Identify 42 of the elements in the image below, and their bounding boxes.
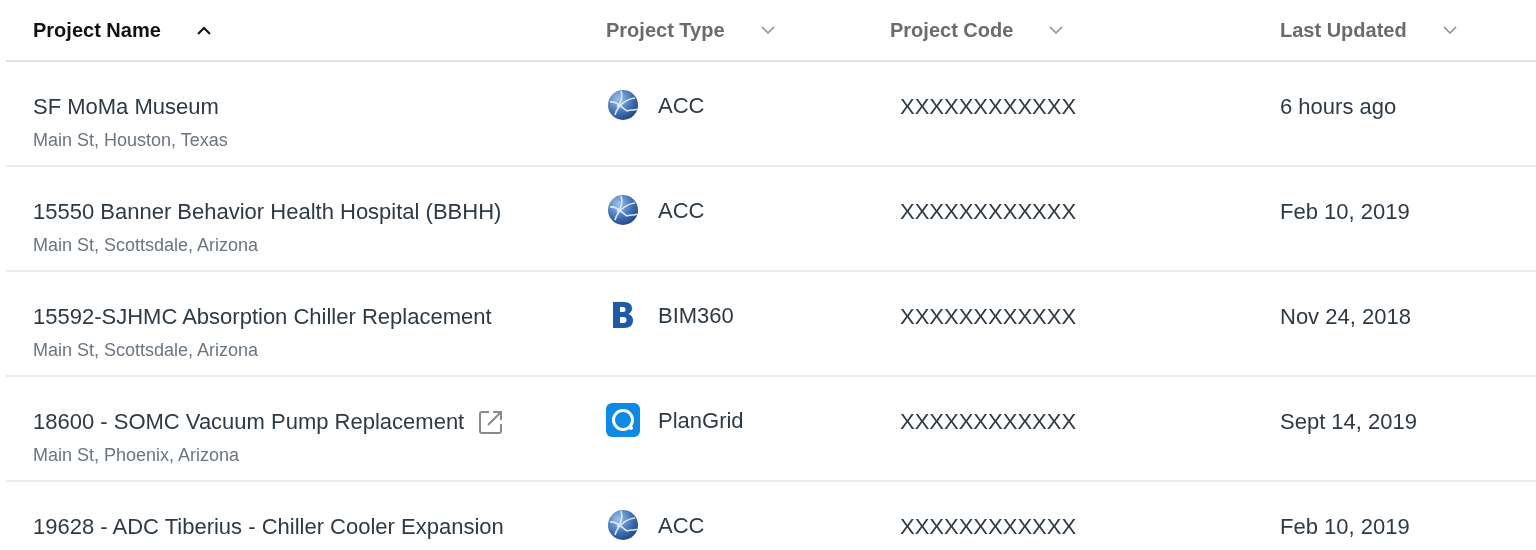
column-header[interactable]: Project Code xyxy=(890,15,1280,45)
table-row[interactable]: SF MoMa Museum Main St, Houston, Texas ACC XXXXXXXXXXXX 6 hours ago xyxy=(6,62,1536,167)
table-row[interactable]: 15592-SJHMC Absorption Chiller Replacement Main St, Scottsdale, Arizona BIM360 XXXXXXXXXXXX Nov 24, 2018 xyxy=(6,272,1536,377)
project-name[interactable]: 19628 - ADC Tiberius - Chiller Cooler Expansion xyxy=(33,510,504,543)
column-header[interactable]: Project Type xyxy=(606,15,890,45)
table-row[interactable]: 19628 - ADC Tiberius - Chiller Cooler Expansion ACC XXXXXXXXXXXX Feb 10, 2019 xyxy=(6,482,1536,550)
last-updated: 6 hours ago xyxy=(1280,93,1398,121)
table-row[interactable]: 18600 - SOMC Vacuum Pump Replacement Main St, Phoenix, Arizona PlanGrid XXXXXXXXXXXX Sept 14, 2019 xyxy=(6,377,1536,482)
last-updated: Sept 14, 2019 xyxy=(1280,408,1418,436)
chevron-down-icon xyxy=(1049,25,1064,35)
project-name[interactable]: 18600 - SOMC Vacuum Pump Replacement xyxy=(33,405,465,438)
project-code: XXXXXXXXXXXX xyxy=(900,408,1078,436)
last-updated: Feb 10, 2019 xyxy=(1280,198,1411,226)
project-address: Main St, Scottsdale, Arizona xyxy=(33,234,260,257)
project-type: ACC xyxy=(658,91,705,120)
letter-b-icon xyxy=(612,301,634,329)
caret-up-icon xyxy=(196,25,211,35)
table-row[interactable]: 15550 Banner Behavior Health Hospital (BBHH) Main St, Scottsdale, Arizona ACC XXXXXXXXXXXX Feb 10, 2019 xyxy=(6,167,1536,272)
project-address: Main St, Scottsdale, Arizona xyxy=(33,339,260,362)
column-header[interactable]: Last Updated xyxy=(1280,15,1536,45)
chevron-down-icon xyxy=(760,25,775,35)
chevron-down-icon xyxy=(1442,25,1457,35)
project-name[interactable]: SF MoMa Museum xyxy=(33,90,219,123)
globe-icon xyxy=(607,194,639,226)
project-type: ACC xyxy=(658,196,705,225)
last-updated: Feb 10, 2019 xyxy=(1280,513,1411,541)
last-updated: Nov 24, 2018 xyxy=(1280,303,1412,331)
project-code: XXXXXXXXXXXX xyxy=(900,303,1078,331)
project-code: XXXXXXXXXXXX xyxy=(900,198,1078,226)
project-type: BIM360 xyxy=(658,301,734,330)
project-name[interactable]: 15550 Banner Behavior Health Hospital (BBHH) xyxy=(33,195,502,228)
globe-icon xyxy=(607,509,639,541)
project-code: XXXXXXXXXXXX xyxy=(900,513,1078,541)
project-type: PlanGrid xyxy=(658,406,744,435)
project-name[interactable]: 15592-SJHMC Absorption Chiller Replacement xyxy=(33,300,492,333)
column-header[interactable]: Project Name xyxy=(33,15,606,45)
project-type: ACC xyxy=(658,511,705,540)
project-address: Main St, Phoenix, Arizona xyxy=(33,444,241,467)
project-code: XXXXXXXXXXXX xyxy=(900,93,1078,121)
project-address: Main St, Houston, Texas xyxy=(33,129,229,152)
external-link-icon[interactable] xyxy=(478,408,505,435)
globe-icon xyxy=(607,89,639,121)
